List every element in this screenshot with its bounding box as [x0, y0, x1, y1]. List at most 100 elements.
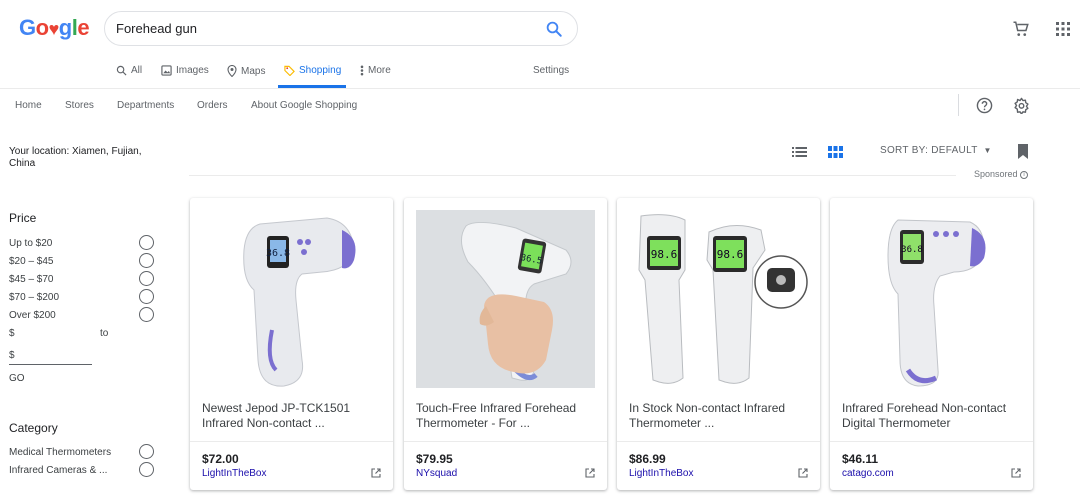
shopping-cart-icon[interactable]	[1012, 20, 1030, 38]
product-image[interactable]: 36.8	[202, 210, 381, 388]
thermometer-gun-image: 36.8	[243, 217, 356, 387]
product-title[interactable]: Touch-Free Infrared Forehead Thermometer…	[416, 401, 596, 431]
tab-shopping[interactable]: Shopping	[284, 65, 341, 76]
product-title[interactable]: In Stock Non-contact Infrared Thermomete…	[629, 401, 809, 431]
radio-button[interactable]	[139, 235, 154, 250]
external-link-icon[interactable]	[1011, 468, 1021, 478]
tab-images[interactable]: Images	[161, 65, 209, 76]
category-filter-title: Category	[9, 421, 58, 435]
vertical-divider	[958, 94, 959, 116]
tab-more[interactable]: More	[360, 65, 391, 76]
gear-icon[interactable]	[1013, 97, 1030, 114]
thermometer-hand-image: 36.5	[416, 210, 595, 388]
price-option-label: $70 – $200	[9, 292, 60, 303]
radio-button[interactable]	[139, 444, 154, 459]
subnav-about[interactable]: About Google Shopping	[251, 100, 357, 111]
tab-maps[interactable]: Maps	[227, 65, 265, 77]
price-option[interactable]: $45 – $70	[9, 271, 155, 286]
tab-label: Maps	[241, 65, 266, 77]
product-card[interactable]: 36.8 Infrared Forehead Non-contact Digit…	[830, 198, 1033, 490]
caret-down-icon: ▼	[983, 146, 992, 155]
settings-link[interactable]: Settings	[533, 65, 569, 76]
list-view-icon[interactable]	[792, 146, 807, 158]
image-icon	[161, 65, 172, 76]
external-link-icon[interactable]	[798, 468, 808, 478]
tab-label: Shopping	[299, 65, 342, 76]
map-pin-icon	[227, 65, 237, 77]
radio-button[interactable]	[139, 289, 154, 304]
price-option[interactable]: Over $200	[9, 307, 155, 322]
display-reading: 98.6	[651, 248, 678, 261]
category-option[interactable]: Infrared Cameras & ...	[9, 462, 155, 477]
google-logo[interactable]: Go♥gle	[19, 15, 90, 41]
card-divider	[617, 441, 820, 442]
card-divider	[830, 441, 1033, 442]
store-link[interactable]: NYsquad	[416, 468, 457, 479]
apps-grid-icon[interactable]	[1056, 22, 1070, 36]
price-option[interactable]: $20 – $45	[9, 253, 155, 268]
tab-all[interactable]: All	[116, 65, 142, 76]
subnav-home[interactable]: Home	[15, 100, 42, 111]
sponsored-label[interactable]: Sponsored i	[974, 169, 1029, 179]
subnav-stores[interactable]: Stores	[65, 100, 94, 111]
product-price: $79.95	[416, 452, 453, 466]
radio-button[interactable]	[139, 462, 154, 477]
product-price: $72.00	[202, 452, 239, 466]
price-option[interactable]: $70 – $200	[9, 289, 155, 304]
external-link-icon[interactable]	[585, 468, 595, 478]
grid-view-icon[interactable]	[828, 146, 843, 158]
display-reading: 98.6	[717, 248, 744, 261]
sort-dropdown[interactable]: SORT BY: DEFAULT ▼	[880, 145, 992, 156]
store-link[interactable]: LightInTheBox	[202, 468, 267, 479]
price-option-label: Over $200	[9, 310, 56, 321]
search-icon[interactable]	[545, 20, 563, 38]
product-price: $46.11	[842, 452, 879, 466]
bookmark-icon[interactable]	[1017, 144, 1029, 159]
display-reading: 36.8	[901, 245, 923, 255]
radio-button[interactable]	[139, 271, 154, 286]
product-title[interactable]: Newest Jepod JP-TCK1501 Infrared Non-con…	[202, 401, 382, 431]
subnav-orders[interactable]: Orders	[197, 100, 228, 111]
product-title[interactable]: Infrared Forehead Non-contact Digital Th…	[842, 401, 1022, 431]
price-option-label: $45 – $70	[9, 274, 54, 285]
sponsored-text: Sponsored	[974, 169, 1018, 179]
display-reading: 36.8	[266, 248, 290, 259]
radio-button[interactable]	[139, 307, 154, 322]
price-max-input[interactable]: $	[9, 350, 15, 361]
product-price: $86.99	[629, 452, 666, 466]
radio-button[interactable]	[139, 253, 154, 268]
subnav-departments[interactable]: Departments	[117, 100, 174, 111]
external-link-icon[interactable]	[371, 468, 381, 478]
tab-label: Images	[176, 65, 209, 76]
header-divider	[0, 88, 1080, 89]
search-input[interactable]	[116, 21, 516, 36]
sort-label: SORT BY: DEFAULT	[880, 145, 978, 156]
more-vert-icon	[360, 65, 364, 76]
go-button[interactable]: GO	[9, 373, 25, 384]
product-card[interactable]: 36.5 Touch-Free Infrared Forehead Thermo…	[404, 198, 607, 490]
tab-label: All	[131, 65, 143, 76]
product-image[interactable]: 36.5	[416, 210, 595, 388]
search-bar[interactable]	[104, 11, 578, 46]
price-option[interactable]: Up to $20	[9, 235, 155, 250]
results-divider	[189, 175, 956, 176]
thermometer-gun-image: 36.8	[887, 219, 986, 387]
tab-label: More	[368, 65, 391, 76]
price-option-label: $20 – $45	[9, 256, 54, 267]
product-image[interactable]: 98.6 98.6	[629, 210, 808, 388]
product-card[interactable]: 98.6 98.6 In Stock Non-contact Infrared …	[617, 198, 820, 490]
help-icon[interactable]	[976, 97, 993, 114]
card-divider	[190, 441, 393, 442]
price-option-label: Up to $20	[9, 238, 53, 249]
info-icon: i	[1020, 170, 1029, 179]
product-card[interactable]: 36.8 Newest Jepod JP-TCK1501 Infrared No…	[190, 198, 393, 490]
category-option-label: Infrared Cameras & ...	[9, 465, 108, 476]
product-image[interactable]: 36.8	[842, 210, 1021, 388]
store-link[interactable]: catago.com	[842, 468, 894, 479]
range-to-label: to	[100, 328, 109, 339]
price-min-input[interactable]: $	[9, 328, 15, 339]
category-option[interactable]: Medical Thermometers	[9, 444, 155, 459]
search-icon	[116, 65, 127, 76]
store-link[interactable]: LightInTheBox	[629, 468, 694, 479]
tag-icon	[284, 65, 295, 76]
